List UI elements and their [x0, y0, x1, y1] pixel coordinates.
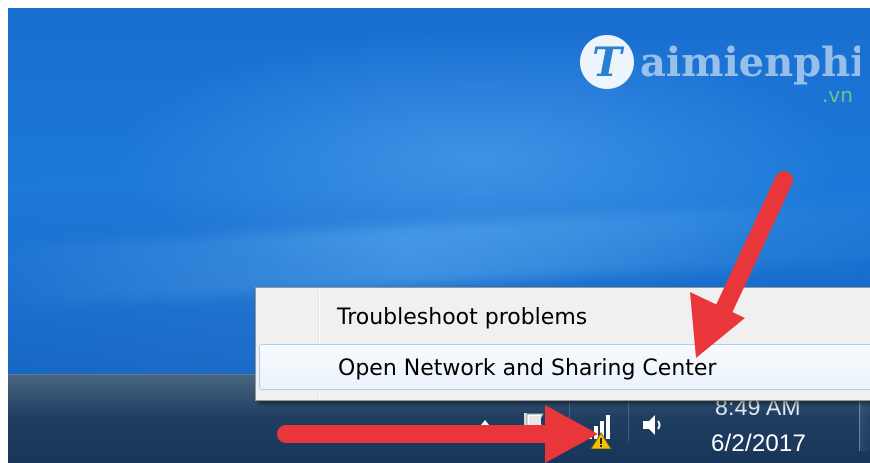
- menu-item-label: Open Network and Sharing Center: [338, 356, 717, 381]
- svg-text:aimienphi: aimienphi: [640, 39, 860, 86]
- network-context-menu: Troubleshoot problems Open Network and S…: [255, 287, 870, 401]
- menu-item-label: Troubleshoot problems: [337, 305, 588, 330]
- svg-text:T: T: [592, 39, 625, 86]
- clock-date[interactable]: 6/2/2017: [711, 430, 806, 458]
- taimienphi-watermark-logo: T aimienphi .vn: [580, 35, 860, 107]
- volume-speaker-icon[interactable]: [641, 413, 667, 437]
- action-center-flag-icon[interactable]: [521, 411, 547, 439]
- show-hidden-icons-icon[interactable]: [475, 419, 495, 433]
- menu-item-open-network-sharing-center[interactable]: Open Network and Sharing Center: [259, 344, 870, 390]
- svg-text:.vn: .vn: [822, 83, 853, 107]
- network-warning-icon[interactable]: [585, 409, 621, 449]
- menu-item-troubleshoot[interactable]: Troubleshoot problems: [259, 294, 870, 340]
